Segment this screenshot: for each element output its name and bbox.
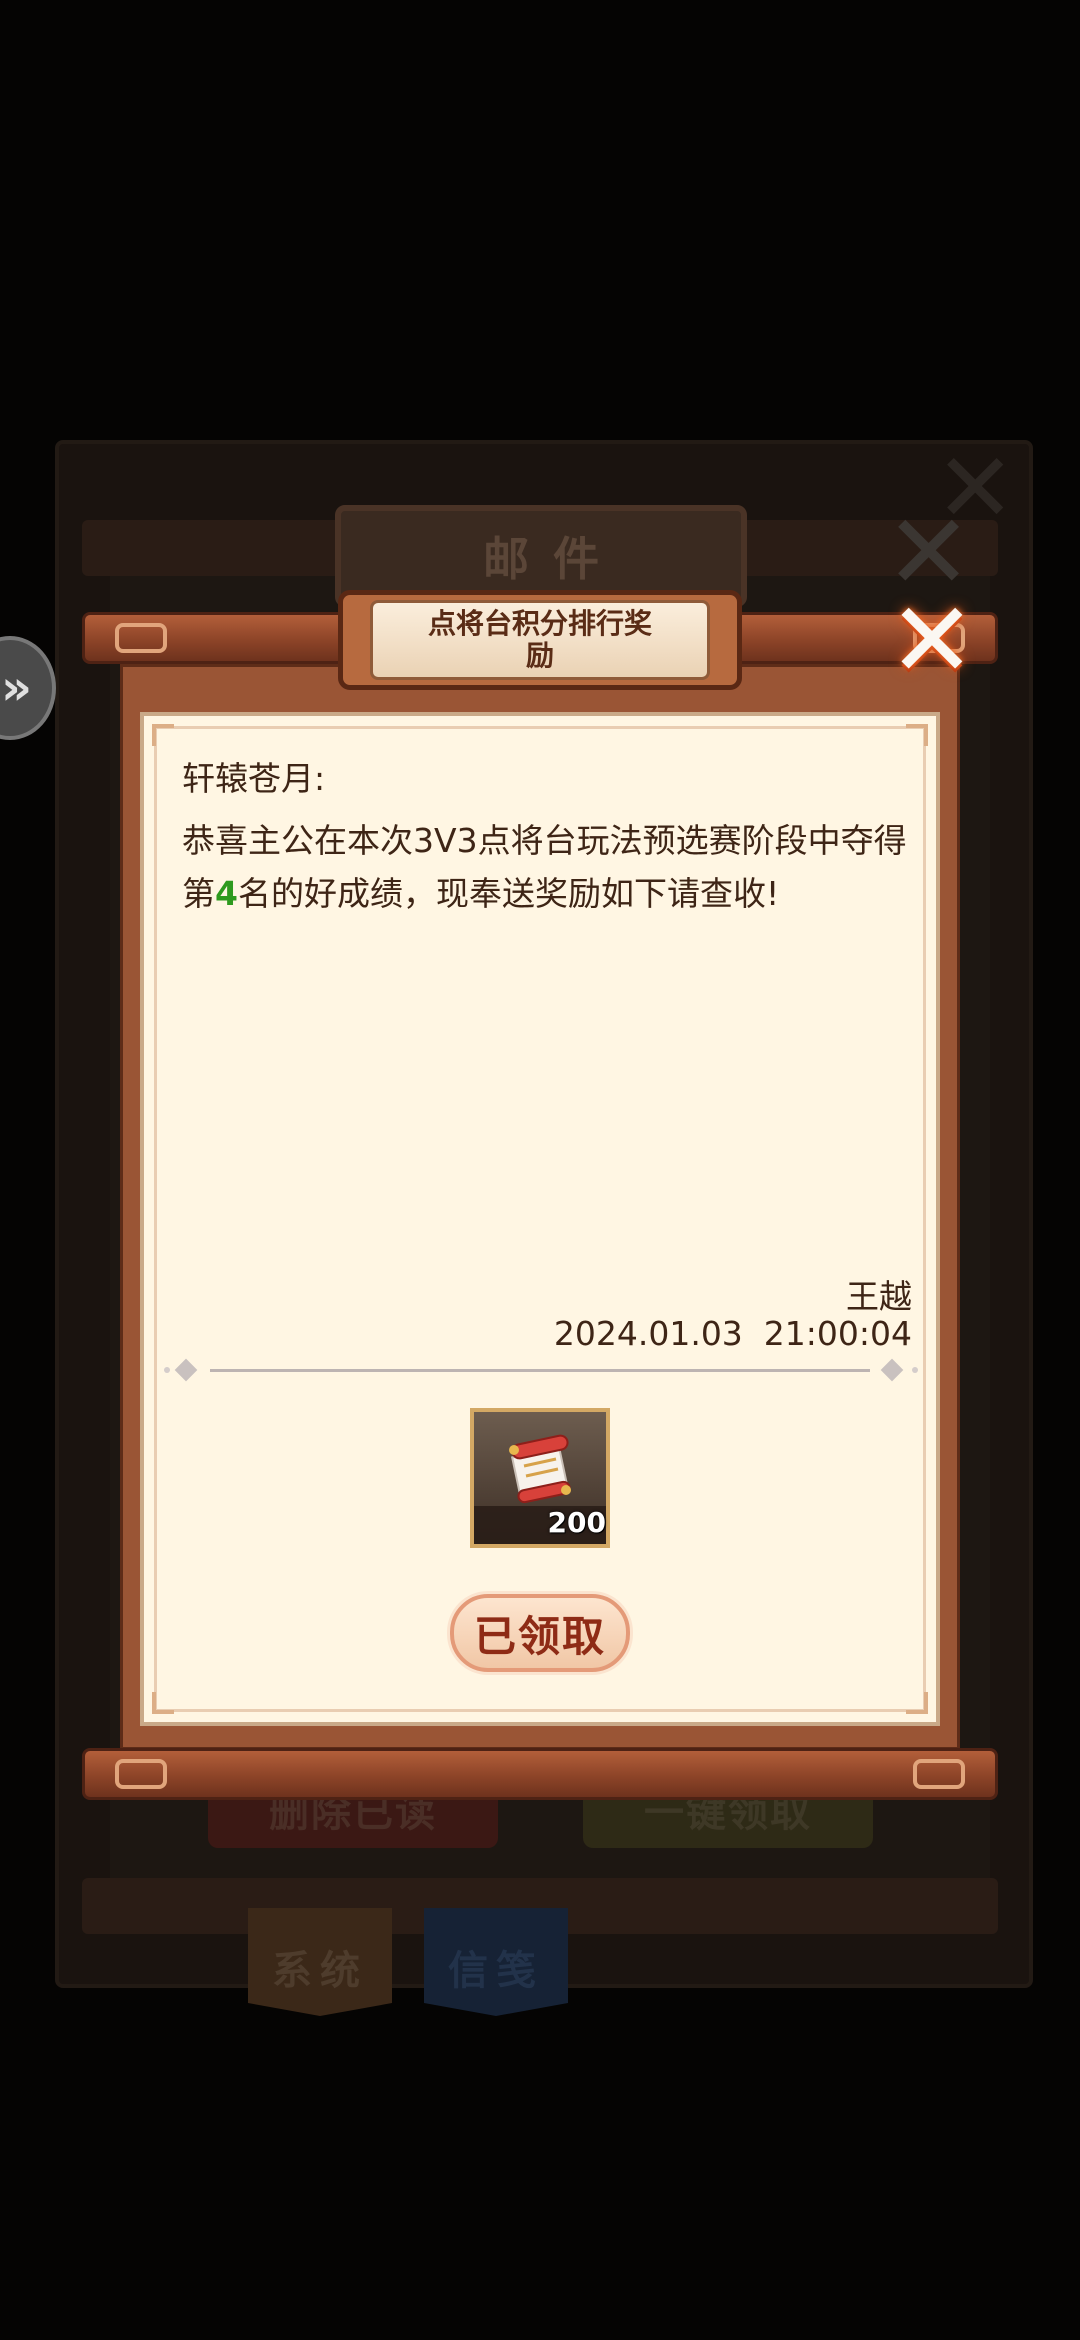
divider (210, 1369, 870, 1372)
divider-dot (912, 1367, 918, 1373)
ornament-icon (913, 1759, 965, 1789)
item-count: 200 (547, 1506, 606, 1539)
corner-ornament-icon (152, 724, 174, 746)
mail-subject: 点将台积分排行奖励 (427, 607, 652, 672)
ornament-icon (115, 1759, 167, 1789)
mail-sender: 王越 (846, 1277, 912, 1316)
corner-ornament-icon (906, 1692, 928, 1714)
mail-datetime: 2024.01.03 21:00:04 (553, 1314, 912, 1353)
background-window-title: 邮件 (483, 532, 623, 586)
side-expand-button[interactable]: » (0, 636, 56, 740)
rank-number: 4 (215, 874, 238, 913)
tab-letters: 信笺 (424, 1908, 568, 2016)
scroll-icon (509, 1434, 571, 1504)
mail-body: 恭喜主公在本次3V3点将台玩法预选赛阶段中夺得第4名的好成绩，现奉送奖励如下请查… (182, 814, 908, 920)
corner-ornament-icon (152, 1692, 174, 1714)
mail-body-text: 名的好成绩，现奉送奖励如下请查收! (237, 874, 780, 913)
mail-title-banner: 点将台积分排行奖励 (370, 600, 710, 680)
tab-system: 系统 (248, 1908, 392, 2016)
scroll-bottom-roller (82, 1748, 998, 1800)
ornament-icon (115, 623, 167, 653)
divider-dot (164, 1367, 170, 1373)
double-chevron-right-icon: » (0, 660, 32, 716)
corner-ornament-icon (906, 724, 928, 746)
mail-greeting: 轩辕苍月: (182, 759, 326, 798)
claimed-button[interactable]: 已领取 (450, 1594, 630, 1672)
close-button[interactable]: ✕ (880, 588, 984, 692)
close-icon: ✕ (888, 579, 976, 701)
